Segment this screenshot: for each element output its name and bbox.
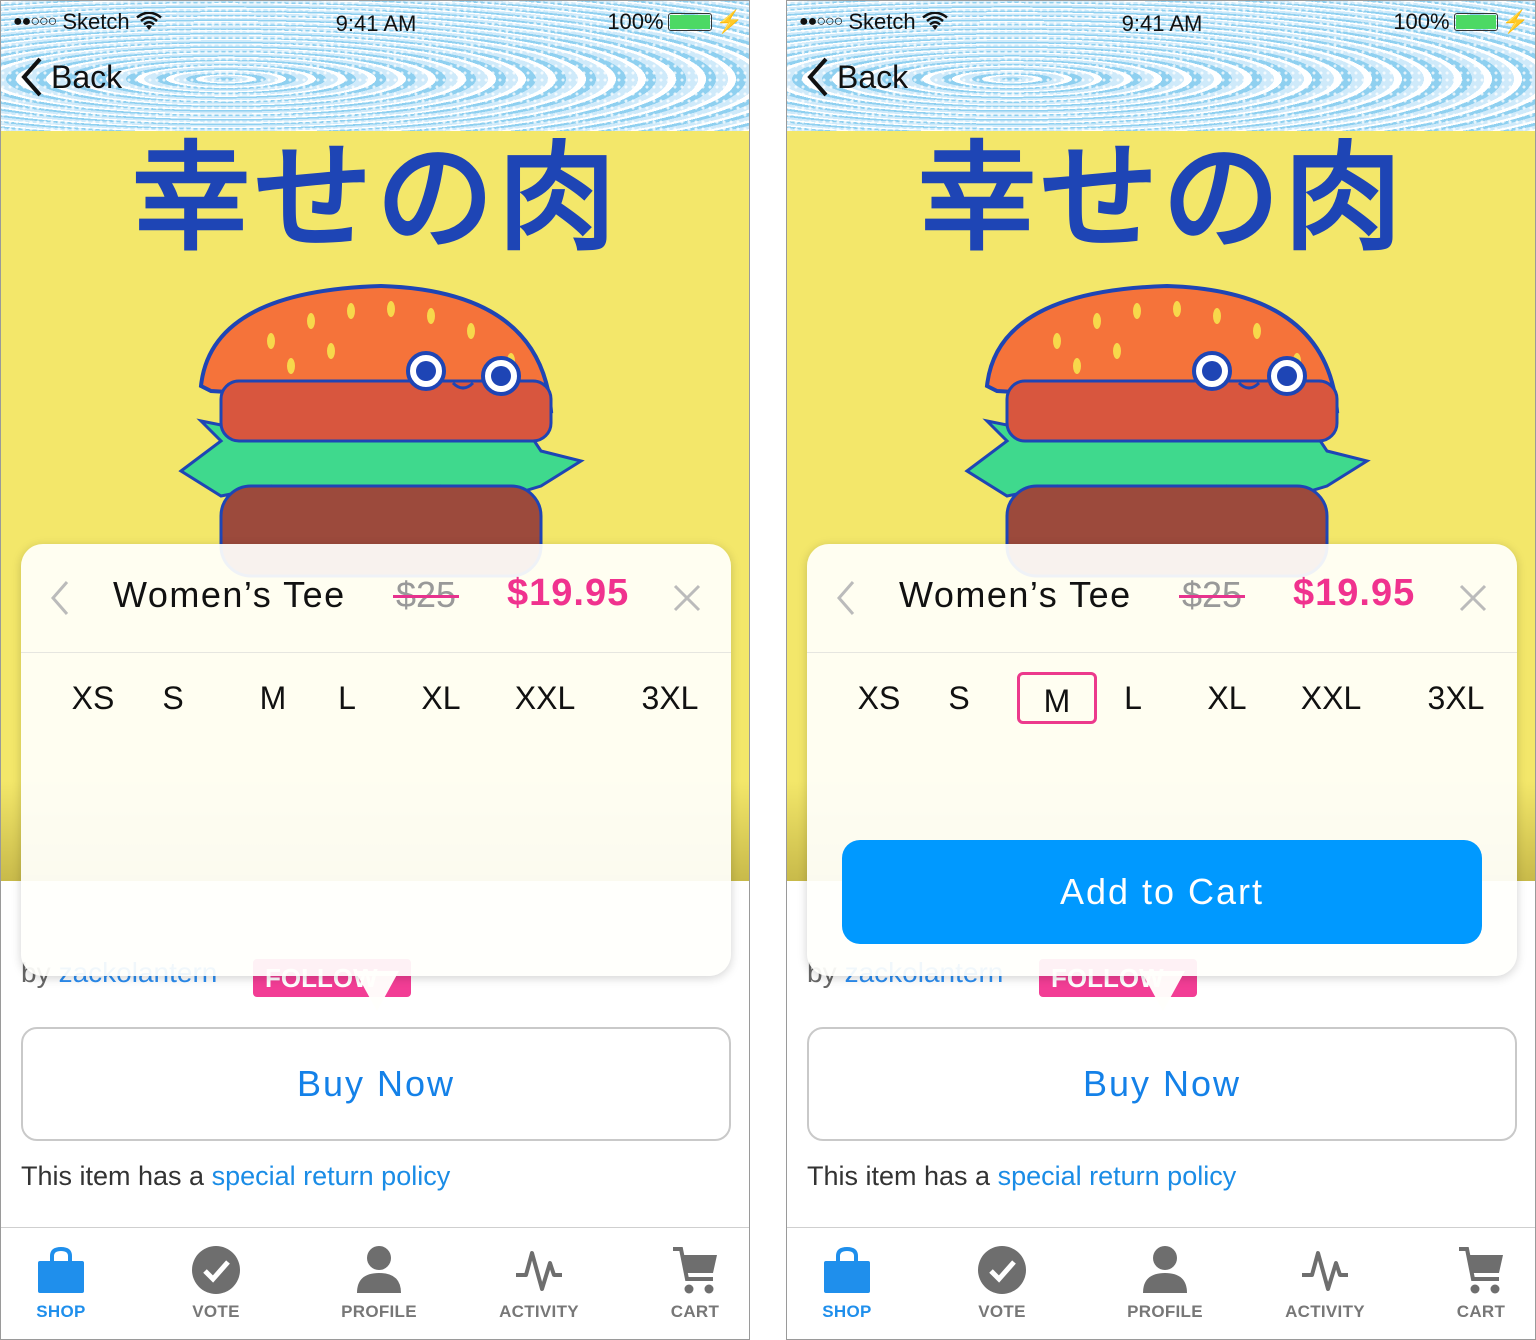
close-icon[interactable] [673, 584, 701, 612]
tab-vote[interactable]: VOTE [942, 1242, 1062, 1322]
tab-cart[interactable]: CART [1421, 1242, 1535, 1322]
back-button[interactable]: Back [807, 57, 908, 97]
size-option-xxl[interactable]: XXL [501, 672, 589, 724]
check-circle-icon [942, 1242, 1062, 1298]
size-option-xs[interactable]: XS [847, 672, 911, 724]
buy-now-button[interactable]: Buy Now [807, 1027, 1517, 1141]
size-option-m[interactable]: M [1017, 672, 1097, 724]
original-price: $25 [392, 574, 460, 615]
size-picker-popover: Women’s Tee $25 $19.95 XS S M L XL XXL 3XL Add… [807, 544, 1517, 976]
cart-icon [635, 1242, 749, 1298]
add-to-cart-button[interactable]: Add to Cart [842, 840, 1482, 944]
back-label: Back [837, 58, 909, 95]
tab-label: SHOP [36, 1302, 86, 1321]
close-icon[interactable] [1459, 584, 1487, 612]
original-price: $25 [1178, 574, 1246, 615]
chevron-left-icon [807, 57, 828, 97]
tab-label: ACTIVITY [499, 1302, 579, 1321]
cart-icon [1421, 1242, 1535, 1298]
battery-percent: 100% [607, 9, 664, 34]
size-option-xs[interactable]: XS [61, 672, 125, 724]
back-label: Back [51, 58, 123, 95]
tab-bar: SHOP VOTE PROFILE ACTIVITY CART [787, 1227, 1535, 1339]
product-type: Women’s Tee [899, 574, 1132, 615]
popover-header: Women’s Tee $25 $19.95 [807, 544, 1517, 653]
tab-label: CART [670, 1302, 720, 1321]
size-option-xxl[interactable]: XXL [1287, 672, 1375, 724]
activity-icon [1265, 1242, 1385, 1298]
tab-activity[interactable]: ACTIVITY [479, 1242, 599, 1322]
tab-profile[interactable]: PROFILE [1105, 1242, 1225, 1322]
size-option-l[interactable]: L [317, 672, 377, 724]
size-option-m[interactable]: M [231, 672, 315, 724]
popover-header: Women’s Tee $25 $19.95 [21, 544, 731, 653]
return-policy-note: This item has a special return policy [807, 1161, 1236, 1192]
artwork-title: 幸せの肉 [917, 129, 1406, 267]
battery-indicator: 100% ⚡ [607, 9, 743, 35]
phone-screen: 幸せの肉 ●●○○○ Sketch 9:41 AM 100% ⚡ Back FO… [0, 0, 750, 1340]
tab-activity[interactable]: ACTIVITY [1265, 1242, 1385, 1322]
tab-label: SHOP [822, 1302, 872, 1321]
size-option-3xl[interactable]: 3XL [1411, 672, 1501, 724]
artwork-title: 幸せの肉 [131, 129, 620, 267]
phone-screen: 幸せの肉 ●●○○○ Sketch 9:41 AM 100% ⚡ Back FO… [786, 0, 1536, 1340]
status-bar: ●●○○○ Sketch 9:41 AM 100% ⚡ [1, 1, 749, 45]
tab-label: PROFILE [1127, 1302, 1203, 1321]
battery-icon [1453, 13, 1498, 31]
tab-label: VOTE [978, 1302, 1026, 1321]
tab-shop[interactable]: SHOP [1, 1242, 121, 1322]
size-picker-popover: Women’s Tee $25 $19.95 XS S M L XL XXL 3XL [21, 544, 731, 976]
charging-bolt-icon: ⚡ [715, 9, 743, 34]
size-option-xl[interactable]: XL [401, 672, 481, 724]
size-option-l[interactable]: L [1103, 672, 1163, 724]
sale-price: $19.95 [507, 572, 630, 614]
battery-indicator: 100% ⚡ [1393, 9, 1529, 35]
return-policy-link[interactable]: special return policy [998, 1161, 1237, 1191]
popover-pointer [355, 971, 399, 1011]
tab-profile[interactable]: PROFILE [319, 1242, 439, 1322]
battery-percent: 100% [1393, 9, 1450, 34]
tab-vote[interactable]: VOTE [156, 1242, 276, 1322]
tab-label: ACTIVITY [1285, 1302, 1365, 1321]
charging-bolt-icon: ⚡ [1501, 9, 1529, 34]
shop-bag-icon [787, 1242, 907, 1298]
size-option-s[interactable]: S [143, 672, 203, 724]
person-icon [1105, 1242, 1225, 1298]
person-icon [319, 1242, 439, 1298]
shop-bag-icon [1, 1242, 121, 1298]
size-option-xl[interactable]: XL [1187, 672, 1267, 724]
status-bar: ●●○○○ Sketch 9:41 AM 100% ⚡ [787, 1, 1535, 45]
chevron-left-icon [21, 57, 42, 97]
size-option-3xl[interactable]: 3XL [625, 672, 715, 724]
product-type: Women’s Tee [113, 574, 346, 615]
chevron-left-icon[interactable] [831, 578, 861, 618]
return-policy-note: This item has a special return policy [21, 1161, 450, 1192]
policy-prefix: This item has a [21, 1161, 205, 1191]
activity-icon [479, 1242, 599, 1298]
policy-prefix: This item has a [807, 1161, 991, 1191]
chevron-left-icon[interactable] [45, 578, 75, 618]
sale-price: $19.95 [1293, 572, 1416, 614]
size-option-s[interactable]: S [929, 672, 989, 724]
battery-icon [667, 13, 712, 31]
tab-label: VOTE [192, 1302, 240, 1321]
buy-now-button[interactable]: Buy Now [21, 1027, 731, 1141]
size-options: XS S M L XL XXL 3XL [807, 672, 1517, 740]
back-button[interactable]: Back [21, 57, 122, 97]
tab-shop[interactable]: SHOP [787, 1242, 907, 1322]
tab-bar: SHOP VOTE PROFILE ACTIVITY CART [1, 1227, 749, 1339]
popover-pointer [1141, 971, 1185, 1011]
tab-label: CART [1456, 1302, 1506, 1321]
tab-cart[interactable]: CART [635, 1242, 749, 1322]
check-circle-icon [156, 1242, 276, 1298]
size-options: XS S M L XL XXL 3XL [21, 680, 731, 740]
return-policy-link[interactable]: special return policy [212, 1161, 451, 1191]
tab-label: PROFILE [341, 1302, 417, 1321]
